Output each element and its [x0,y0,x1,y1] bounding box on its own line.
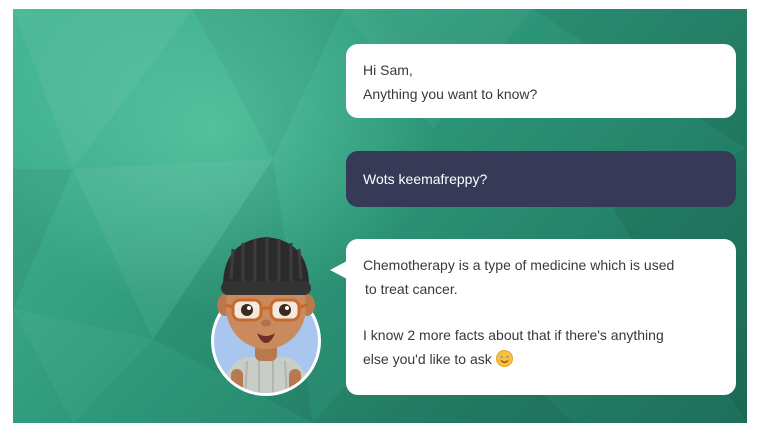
reply-line-3: I know 2 more facts about that if there'… [363,327,664,343]
bot-greeting-bubble: Hi Sam, Anything you want to know? [346,44,736,118]
bot-avatar-icon [211,237,321,396]
reply-line-4-wrap: else you'd like to ask [363,347,718,371]
bot-reply-bubble-tail [330,261,347,279]
reply-line-2: to treat cancer. [365,281,458,297]
reply-line-1: Chemotherapy is a type of medicine which… [363,257,675,273]
user-message-bubble: Wots keemafreppy? [346,151,736,207]
user-message-text: Wots keemafreppy? [363,171,488,187]
smiling-face-emoji-icon [495,350,513,367]
chat-screen: Hi Sam, Anything you want to know? Wots … [13,9,747,423]
greeting-line-1: Hi Sam, [363,62,413,78]
reply-line-4: else you'd like to ask [363,351,492,367]
greeting-line-2: Anything you want to know? [363,86,538,102]
bot-reply-bubble: Chemotherapy is a type of medicine which… [346,239,736,395]
